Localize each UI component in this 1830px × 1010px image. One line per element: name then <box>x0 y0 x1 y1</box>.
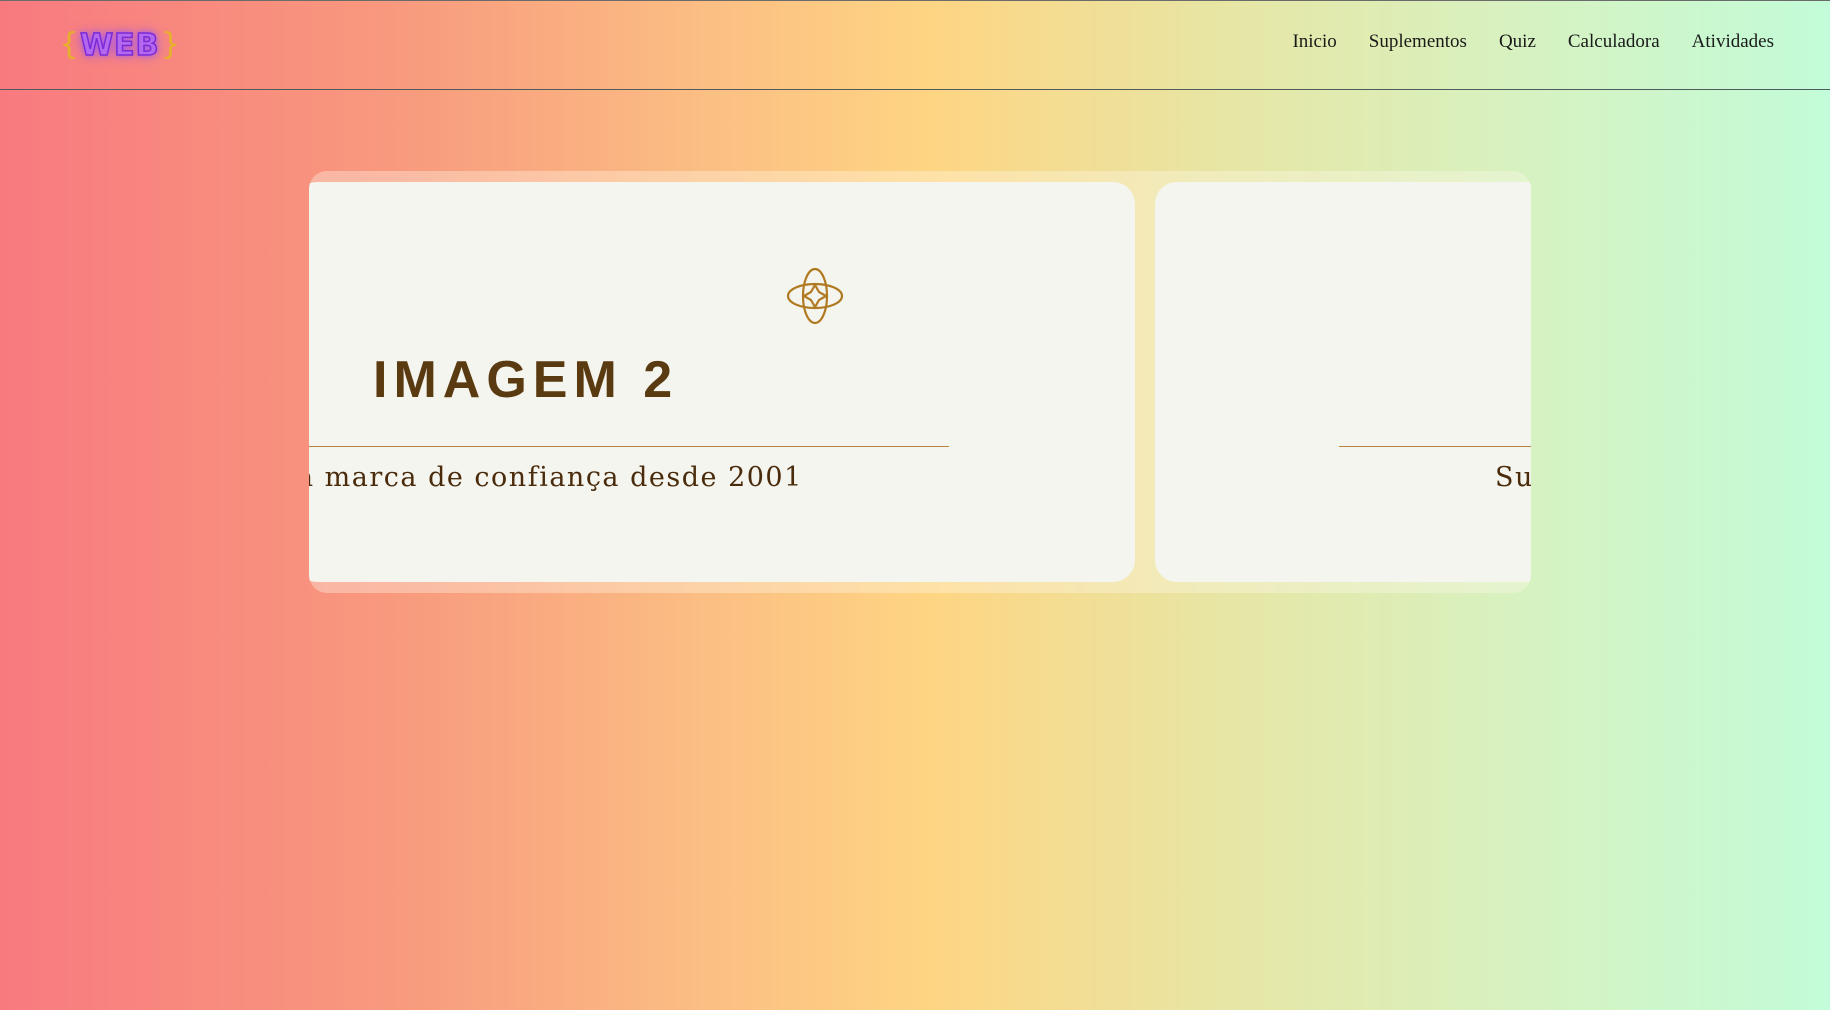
main-nav: Inicio Suplementos Quiz Calculadora Ativ… <box>1292 31 1774 53</box>
logo-brace-left: { <box>60 27 79 62</box>
slide-title: IMAGEM 2 <box>373 351 679 409</box>
nav-link-inicio[interactable]: Inicio <box>1292 31 1336 53</box>
slide-subtitle: Su <box>1495 462 1531 493</box>
nav-link-suplementos[interactable]: Suplementos <box>1369 31 1467 53</box>
nav-link-calculadora[interactable]: Calculadora <box>1568 31 1660 53</box>
four-petal-ornament-icon <box>786 267 844 325</box>
nav-link-quiz[interactable]: Quiz <box>1499 31 1536 53</box>
logo-brace-right: } <box>161 27 180 62</box>
slide-divider <box>309 446 949 447</box>
carousel-slide[interactable]: IMAGEM 2 a marca de confiança desde 2001 <box>309 182 1135 582</box>
nav-link-atividades[interactable]: Atividades <box>1692 31 1774 53</box>
image-carousel[interactable]: IMAGEM 2 a marca de confiança desde 2001… <box>309 171 1531 593</box>
site-header: { WEB } Inicio Suplementos Quiz Calculad… <box>0 0 1830 90</box>
carousel-slide-next[interactable]: Su <box>1155 182 1531 582</box>
logo-link[interactable]: { WEB } <box>60 25 180 65</box>
slide-subtitle: a marca de confiança desde 2001 <box>309 462 803 493</box>
slide-divider <box>1339 446 1531 447</box>
logo-text: WEB <box>79 27 160 64</box>
